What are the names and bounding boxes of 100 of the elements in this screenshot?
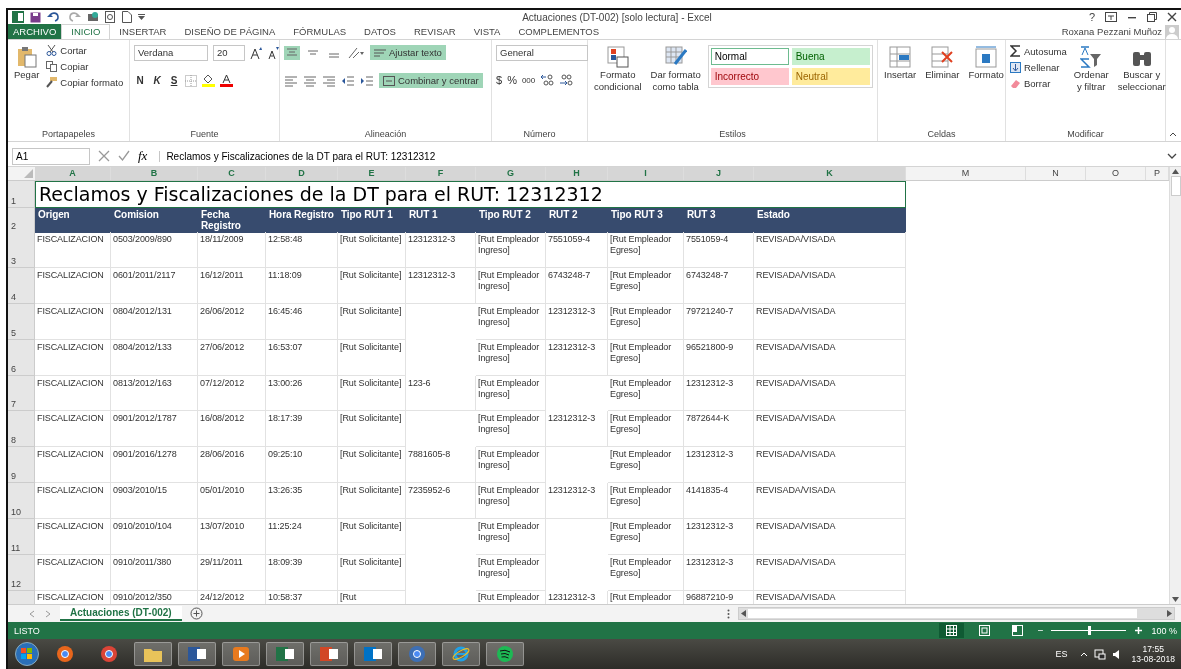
- autosum-button[interactable]: Autosuma: [1010, 45, 1067, 57]
- text-orientation-icon[interactable]: [347, 45, 365, 60]
- collapse-ribbon-icon[interactable]: [1169, 131, 1177, 137]
- italic-button[interactable]: K: [151, 75, 163, 86]
- row-header[interactable]: 2: [8, 207, 35, 233]
- column-header[interactable]: G: [476, 167, 546, 180]
- zoom-out-button[interactable]: −: [1037, 625, 1044, 636]
- percent-button[interactable]: %: [507, 74, 517, 86]
- row-header[interactable]: 8: [8, 411, 35, 448]
- row-header[interactable]: 6: [8, 339, 35, 376]
- ribbon-tab[interactable]: INICIO: [61, 24, 111, 39]
- format-cells-button[interactable]: Formato: [966, 45, 1006, 81]
- checkmark-icon[interactable]: [118, 150, 130, 162]
- customize-caret-icon[interactable]: [138, 14, 145, 20]
- fill-color-icon[interactable]: [202, 74, 215, 87]
- scrollbar-thumb[interactable]: [1170, 176, 1181, 196]
- formula-field[interactable]: Reclamos y Fiscalizaciones de la DT para el RUT: 12312312: [159, 150, 1159, 162]
- taskbar-app-button[interactable]: [222, 642, 260, 666]
- row-header[interactable]: 7: [8, 375, 35, 412]
- add-sheet-icon[interactable]: [189, 607, 203, 620]
- find-select-button[interactable]: Buscar y seleccionar: [1115, 45, 1168, 93]
- row-header[interactable]: 11: [8, 519, 35, 556]
- restore-icon[interactable]: [1147, 12, 1157, 22]
- column-header[interactable]: J: [684, 167, 754, 180]
- new-document-icon[interactable]: [122, 11, 132, 23]
- wrap-text-button[interactable]: Ajustar texto: [370, 45, 446, 60]
- column-header[interactable]: K: [754, 167, 906, 180]
- taskbar-app-button[interactable]: [134, 642, 172, 666]
- close-icon[interactable]: [1167, 12, 1177, 22]
- increase-decimal-icon[interactable]: [540, 74, 555, 86]
- zoom-level[interactable]: 100 %: [1151, 625, 1177, 636]
- row-header[interactable]: 9: [8, 447, 35, 484]
- ribbon-tab[interactable]: VISTA: [464, 24, 510, 39]
- expand-formula-icon[interactable]: [1167, 152, 1177, 160]
- ribbon-tab[interactable]: DATOS: [355, 24, 405, 39]
- taskbar-app-button[interactable]: [266, 642, 304, 666]
- column-header[interactable]: D: [266, 167, 338, 180]
- zoom-in-icon[interactable]: [1134, 626, 1144, 635]
- language-indicator[interactable]: ES: [1055, 649, 1068, 659]
- undo-icon[interactable]: [47, 12, 61, 22]
- copy-button[interactable]: Copiar: [46, 61, 124, 72]
- sheet-tab[interactable]: Actuaciones (DT-002): [60, 606, 182, 621]
- taskbar-app-button[interactable]: [398, 642, 436, 666]
- name-box[interactable]: A1: [12, 147, 90, 165]
- format-as-table-button[interactable]: Dar formato como tabla: [648, 45, 703, 93]
- merge-center-button[interactable]: Combinar y centrar: [379, 73, 483, 88]
- decrease-indent-icon[interactable]: [341, 74, 355, 87]
- row-header[interactable]: 10: [8, 483, 35, 520]
- ribbon-tab[interactable]: FÓRMULAS: [284, 24, 356, 39]
- column-header[interactable]: M: [906, 167, 1026, 180]
- bold-button[interactable]: N: [134, 75, 146, 86]
- start-button[interactable]: [14, 642, 40, 666]
- cell-style-option[interactable]: Buena: [791, 48, 870, 65]
- delete-cells-button[interactable]: Eliminar: [923, 45, 962, 81]
- help-button[interactable]: ?: [1088, 11, 1095, 23]
- column-header[interactable]: I: [608, 167, 684, 180]
- ribbon-tab[interactable]: COMPLEMENTOS: [509, 24, 609, 39]
- ribbon-display-icon[interactable]: [1105, 12, 1117, 22]
- row-header[interactable]: 1: [8, 181, 35, 208]
- ribbon-tab[interactable]: DISEÑO DE PÁGINA: [175, 24, 285, 39]
- row-header[interactable]: 12: [8, 555, 35, 591]
- shrink-font-icon[interactable]: [267, 47, 279, 59]
- normal-view-button[interactable]: [938, 623, 964, 638]
- splitter-handle-icon[interactable]: [727, 608, 730, 619]
- thousands-button[interactable]: 000: [521, 75, 536, 85]
- row-header[interactable]: 5: [8, 303, 35, 340]
- fill-button[interactable]: Rellenar: [1010, 62, 1067, 73]
- conditional-format-button[interactable]: Formato condicional: [592, 45, 644, 93]
- zoom-thumb[interactable]: [1087, 626, 1091, 635]
- currency-button[interactable]: $: [496, 74, 503, 86]
- taskbar-app-button[interactable]: [310, 642, 348, 666]
- paste-button[interactable]: Pegar: [12, 45, 42, 81]
- cancel-icon[interactable]: [98, 150, 110, 162]
- sort-filter-button[interactable]: Ordenar y filtrar: [1071, 45, 1111, 93]
- cell-style-option[interactable]: Normal: [710, 48, 789, 65]
- column-header[interactable]: E: [338, 167, 406, 180]
- column-header[interactable]: C: [198, 167, 266, 180]
- format-painter-button[interactable]: Copiar formato: [46, 77, 124, 88]
- underline-button[interactable]: S: [168, 75, 180, 86]
- column-header[interactable]: H: [546, 167, 608, 180]
- clock-date[interactable]: 13-08-2018: [1131, 654, 1175, 664]
- column-header[interactable]: F: [406, 167, 476, 180]
- touch-mode-icon[interactable]: [87, 11, 99, 23]
- file-tab[interactable]: ARCHIVO: [8, 24, 62, 39]
- save-icon[interactable]: [30, 11, 41, 23]
- taskbar-app-button[interactable]: [442, 642, 480, 666]
- increase-indent-icon[interactable]: [360, 74, 374, 87]
- number-format-field[interactable]: General: [496, 45, 588, 61]
- align-top-icon[interactable]: [284, 45, 300, 60]
- decrease-decimal-icon[interactable]: [559, 74, 574, 86]
- clock-time[interactable]: 17:55: [1142, 644, 1164, 654]
- user-name[interactable]: Roxana Pezzani Muñoz: [1061, 26, 1162, 37]
- speaker-icon[interactable]: [1111, 648, 1120, 660]
- clear-button[interactable]: Borrar: [1010, 78, 1067, 89]
- taskbar-app-button[interactable]: [178, 642, 216, 666]
- row-header[interactable]: 3: [8, 231, 35, 268]
- ribbon-tab[interactable]: INSERTAR: [110, 24, 176, 39]
- taskbar-app-button[interactable]: [486, 642, 524, 666]
- taskbar-app-button[interactable]: [354, 642, 392, 666]
- ribbon-tab[interactable]: REVISAR: [404, 24, 465, 39]
